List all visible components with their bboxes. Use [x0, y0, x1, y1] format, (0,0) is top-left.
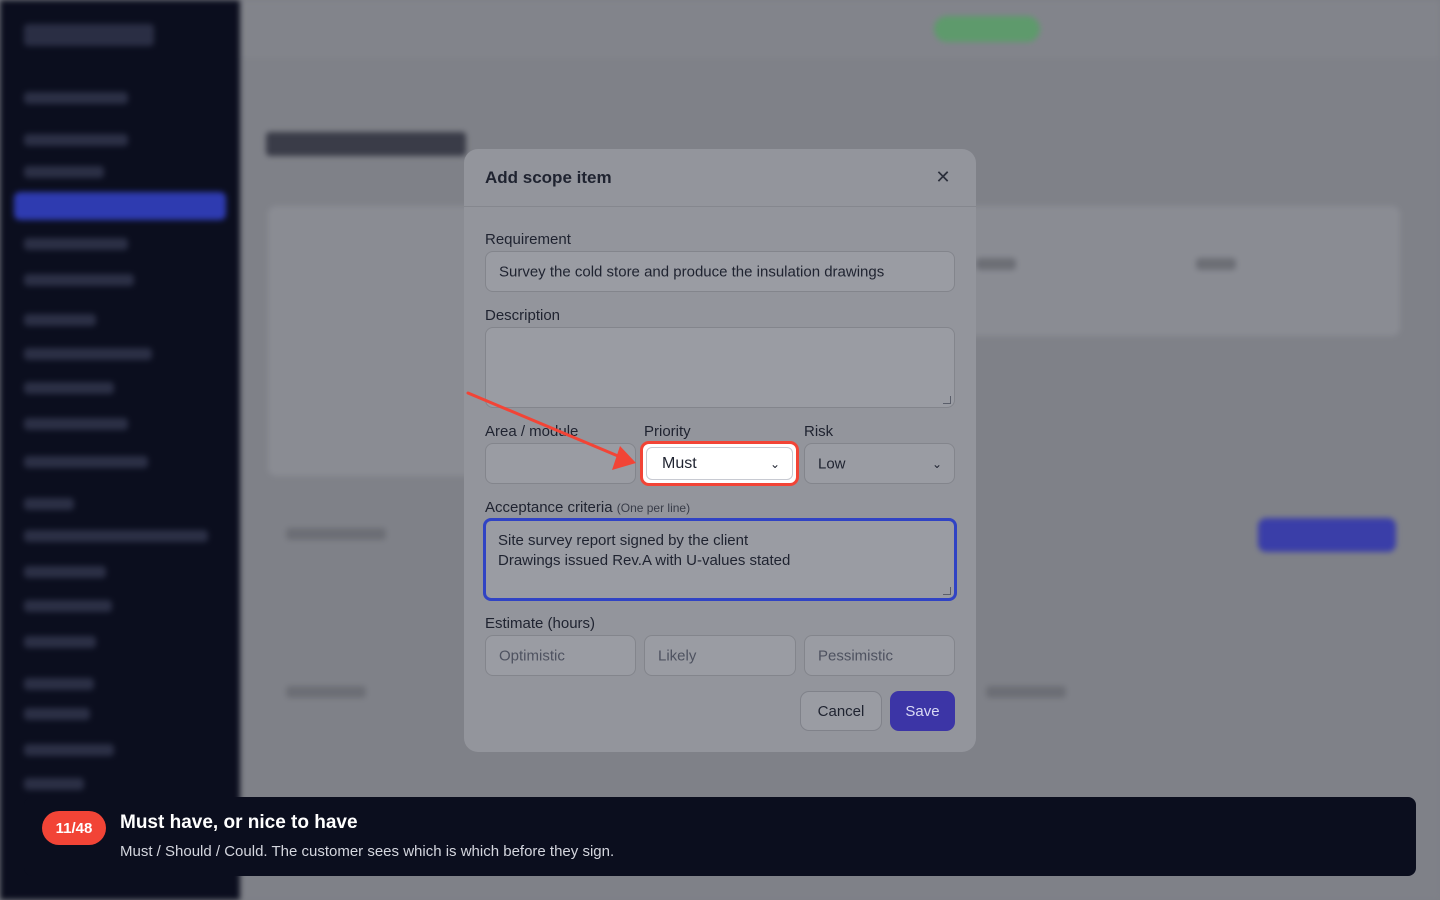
sidebar-item: [24, 708, 90, 720]
requirement-value: Survey the cold store and produce the in…: [499, 263, 885, 280]
optimistic-input[interactable]: Optimistic: [485, 635, 636, 676]
resize-handle-icon[interactable]: [943, 396, 951, 404]
area-label: Area / module: [485, 423, 579, 440]
priority-select-box[interactable]: Must ⌄: [646, 447, 793, 480]
stat: [976, 258, 1016, 270]
sidebar-item: [24, 238, 128, 250]
acceptance-criteria-textarea[interactable]: Site survey report signed by the client …: [483, 518, 957, 601]
risk-value: Low: [818, 455, 846, 472]
logo: [24, 24, 154, 46]
action-button: [1258, 518, 1396, 552]
sidebar-item: [24, 530, 208, 542]
chevron-down-icon: ⌄: [931, 456, 942, 471]
section-heading: [986, 686, 1066, 698]
priority-label: Priority: [644, 423, 691, 440]
tour-body: Must / Should / Could. The customer sees…: [120, 843, 615, 860]
acceptance-lines: Site survey report signed by the client …: [498, 531, 790, 571]
chevron-down-icon: ⌄: [769, 456, 780, 471]
sidebar-item: [24, 498, 74, 510]
acceptance-line: Drawings issued Rev.A with U-values stat…: [498, 552, 791, 569]
likely-placeholder: Likely: [658, 647, 697, 664]
risk-select[interactable]: Low ⌄: [804, 443, 955, 484]
topbar: [240, 0, 1440, 58]
priority-value: Must: [662, 454, 697, 472]
pessimistic-input[interactable]: Pessimistic: [804, 635, 955, 676]
step-badge: 11/48: [42, 811, 106, 845]
acceptance-hint: (One per line): [616, 501, 691, 515]
sidebar-item: [24, 744, 114, 756]
area-input[interactable]: [485, 443, 636, 484]
card: [960, 206, 1400, 336]
sidebar: [0, 0, 240, 900]
section-heading: [286, 528, 386, 540]
acceptance-line: Site survey report signed by the client: [498, 532, 749, 549]
page-title: [266, 132, 466, 156]
close-icon[interactable]: ✕: [931, 166, 955, 190]
risk-label: Risk: [804, 423, 834, 440]
card: [268, 206, 478, 476]
tour-tooltip: 11/48 Must have, or nice to have Must / …: [24, 797, 1416, 876]
modal-title: Add scope item: [485, 167, 612, 187]
requirement-label: Requirement: [485, 231, 571, 248]
sidebar-item: [24, 92, 128, 104]
sidebar-item: [24, 418, 128, 430]
optimistic-placeholder: Optimistic: [499, 647, 565, 664]
save-button[interactable]: Save: [890, 691, 955, 731]
description-textarea[interactable]: [485, 327, 955, 408]
sidebar-item: [24, 382, 114, 394]
status-badge: [934, 16, 1040, 42]
section-heading: [286, 686, 366, 698]
sidebar-item: [24, 348, 152, 360]
requirement-input[interactable]: Survey the cold store and produce the in…: [485, 251, 955, 292]
acceptance-label: Acceptance criteria (One per line): [485, 499, 690, 516]
sidebar-item: [24, 134, 128, 146]
sidebar-item: [24, 456, 148, 468]
sidebar-item: [24, 678, 94, 690]
tour-title: Must have, or nice to have: [120, 812, 358, 833]
description-label: Description: [485, 307, 561, 324]
likely-input[interactable]: Likely: [644, 635, 796, 676]
stat: [1196, 258, 1236, 270]
sidebar-item: [24, 600, 112, 612]
sidebar-item: [24, 778, 84, 790]
sidebar-item: [24, 166, 104, 178]
cancel-button[interactable]: Cancel: [800, 691, 882, 731]
sidebar-item: [24, 274, 134, 286]
pessimistic-placeholder: Pessimistic: [818, 647, 894, 664]
sidebar-item: [24, 314, 96, 326]
resize-handle-icon[interactable]: [943, 587, 951, 595]
priority-select[interactable]: Must ⌄: [640, 441, 799, 486]
acceptance-label-text: Acceptance criteria: [485, 499, 613, 516]
modal-header: Add scope item ✕: [464, 149, 976, 207]
sidebar-item: [24, 636, 96, 648]
sidebar-item: [24, 566, 106, 578]
estimate-label: Estimate (hours): [485, 615, 596, 632]
sidebar-item-active: [14, 192, 226, 220]
